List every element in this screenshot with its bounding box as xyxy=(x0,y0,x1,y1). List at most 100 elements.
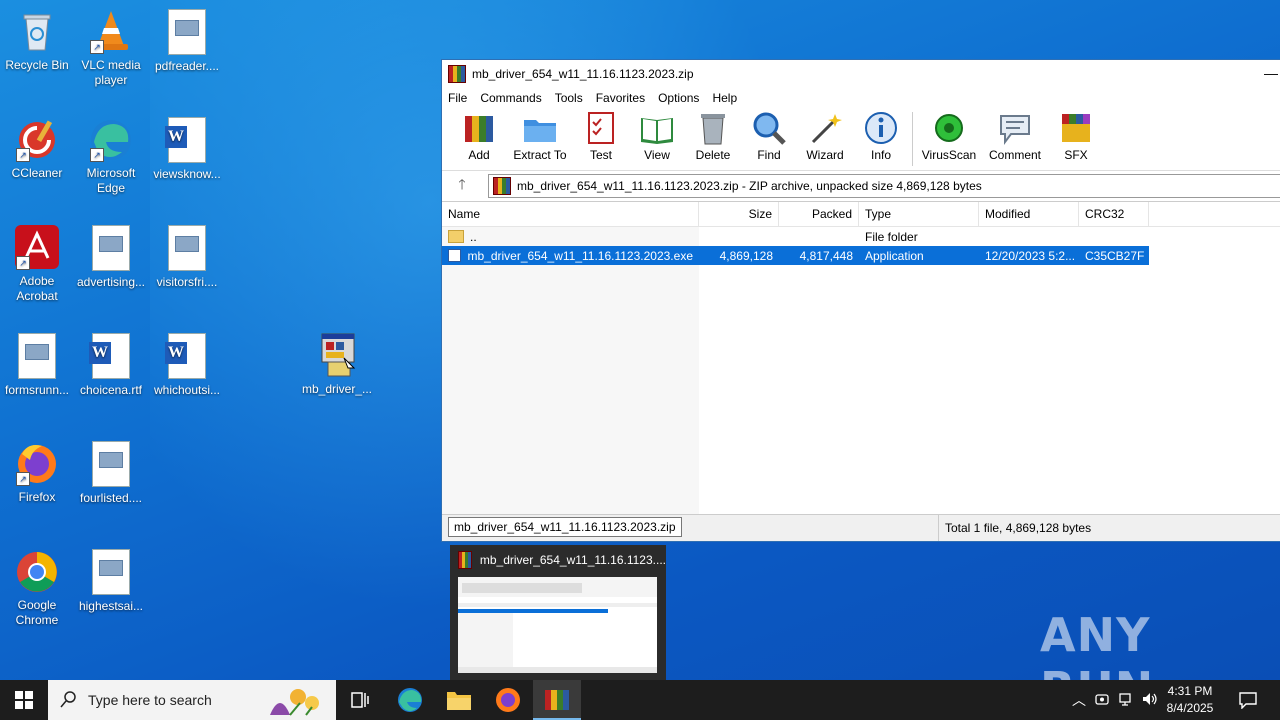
fourlisted-icon[interactable]: fourlisted.... xyxy=(74,440,148,506)
add-archive-icon xyxy=(461,110,497,146)
document-icon xyxy=(168,225,206,271)
chrome-icon-image xyxy=(14,548,60,594)
winrar-window[interactable]: mb_driver_654_w11_11.16.1123.2023.zip — … xyxy=(441,59,1280,542)
column-crc32[interactable]: CRC32 xyxy=(1079,202,1149,226)
shortcut-arrow-icon: ↗ xyxy=(16,256,30,270)
comment-button[interactable]: Comment xyxy=(983,108,1047,162)
virusscan-button[interactable]: VirusScan xyxy=(917,108,981,162)
winrar-icon xyxy=(458,551,472,569)
meet-now-icon[interactable] xyxy=(1090,692,1114,709)
exe-file-icon xyxy=(448,249,462,262)
taskbar-firefox[interactable] xyxy=(484,680,532,720)
menu-help[interactable]: Help xyxy=(712,91,737,105)
start-button[interactable] xyxy=(0,680,48,720)
taskbar-edge[interactable] xyxy=(386,680,434,720)
view-label: View xyxy=(644,148,670,162)
notification-center-button[interactable] xyxy=(1224,680,1272,720)
column-name[interactable]: Name xyxy=(442,202,699,226)
row-name: .. xyxy=(470,229,477,244)
desktop-icon-label: highestsai... xyxy=(78,599,144,613)
menu-commands[interactable]: Commands xyxy=(480,91,541,105)
mb-driver-installer-icon[interactable]: mb_driver_... xyxy=(300,332,374,397)
wizard-button[interactable]: Wizard xyxy=(798,108,852,162)
clock-time: 4:31 PM xyxy=(1167,684,1213,698)
info-button[interactable]: Info xyxy=(854,108,908,162)
taskbar-search[interactable]: Type here to search xyxy=(48,680,336,720)
recycle-bin-icon[interactable]: Recycle Bin xyxy=(0,8,74,73)
network-icon[interactable] xyxy=(1114,692,1138,709)
column-size[interactable]: Size xyxy=(699,202,779,226)
table-row[interactable]: .. File folder xyxy=(442,227,1280,246)
clock-date: 8/4/2025 xyxy=(1166,701,1214,715)
add-button[interactable]: Add xyxy=(452,108,506,162)
highestsai-icon[interactable]: highestsai... xyxy=(74,548,148,614)
add-label: Add xyxy=(468,148,490,162)
minimize-button[interactable]: — xyxy=(1261,64,1280,84)
visitorsfri-icon[interactable]: visitorsfri.... xyxy=(150,224,224,290)
column-type[interactable]: Type xyxy=(859,202,979,226)
desktop-icon-label: whichoutsi... xyxy=(153,383,221,397)
pdfreader-icon[interactable]: pdfreader.... xyxy=(150,8,224,74)
row-crc: C35CB27F xyxy=(1085,248,1145,263)
desktop-icon-label: choicena.rtf xyxy=(79,383,143,397)
microsoft-edge-icon[interactable]: ↗ Microsoft Edge xyxy=(74,116,148,196)
extract-to-button[interactable]: Extract To xyxy=(508,108,572,162)
taskbar-file-explorer[interactable] xyxy=(435,680,483,720)
find-button[interactable]: Find xyxy=(742,108,796,162)
menu-options[interactable]: Options xyxy=(658,91,699,105)
ccleaner-icon[interactable]: ↗ CCleaner xyxy=(0,116,74,181)
desktop-icon-label: CCleaner xyxy=(11,166,63,180)
column-modified[interactable]: Modified xyxy=(979,202,1079,226)
test-button[interactable]: Test xyxy=(574,108,628,162)
edge-icon xyxy=(398,688,422,712)
menu-favorites[interactable]: Favorites xyxy=(596,91,645,105)
comment-label: Comment xyxy=(988,148,1041,162)
viewsknow-icon[interactable]: W viewsknow... xyxy=(150,116,224,182)
table-row-selected[interactable]: mb_driver_654_w11_11.16.1123.2023.exe 4,… xyxy=(442,246,1149,265)
sfx-label: SFX xyxy=(1064,148,1088,162)
edge-icon-image: ↗ xyxy=(88,116,134,162)
view-button[interactable]: View xyxy=(630,108,684,162)
address-field[interactable]: mb_driver_654_w11_11.16.1123.2023.zip - … xyxy=(488,174,1280,198)
winrar-icon xyxy=(448,65,466,83)
search-icon xyxy=(60,690,78,711)
vlc-media-player-icon[interactable]: ↗ VLC media player xyxy=(74,8,148,88)
taskbar-clock[interactable]: 4:31 PM 8/4/2025 xyxy=(1160,683,1220,717)
column-packed[interactable]: Packed xyxy=(779,202,859,226)
document-icon xyxy=(92,225,130,271)
adobe-acrobat-icon[interactable]: ↗ Adobe Acrobat xyxy=(0,224,74,304)
name-column-background xyxy=(442,226,699,514)
file-list[interactable]: Name Size Packed Type Modified CRC32 .. … xyxy=(442,202,1280,514)
sfx-button[interactable]: SFX xyxy=(1049,108,1103,162)
row-size: 4,869,128 xyxy=(719,248,773,263)
taskbar-thumbnail-preview[interactable]: mb_driver_654_w11_11.16.1123.... xyxy=(450,545,666,680)
firefox-icon[interactable]: ↗ Firefox xyxy=(0,440,74,505)
comment-bubble-icon xyxy=(997,110,1033,146)
desktop-icon-label: Recycle Bin xyxy=(5,58,69,72)
whichoutsi-icon[interactable]: W whichoutsi... xyxy=(150,332,224,398)
menu-tools[interactable]: Tools xyxy=(555,91,583,105)
sfx-archive-icon xyxy=(1058,110,1094,146)
folder-icon xyxy=(448,230,464,243)
formsrunn-icon[interactable]: formsrunn... xyxy=(0,332,74,398)
delete-button[interactable]: Delete xyxy=(686,108,740,162)
chevron-up-icon[interactable]: ︿ xyxy=(1068,690,1090,710)
list-header: Name Size Packed Type Modified CRC32 xyxy=(442,202,1280,227)
delete-label: Delete xyxy=(695,148,731,162)
toolbar: Add Extract To Test View Delete Find Wiz… xyxy=(442,108,1280,171)
row-type: File folder xyxy=(865,229,918,244)
task-view-button[interactable] xyxy=(336,680,384,720)
status-total: Total 1 file, 4,869,128 bytes xyxy=(938,515,1091,541)
choicena-icon[interactable]: W choicena.rtf xyxy=(74,332,148,398)
desktop-icon-label: VLC media player xyxy=(81,58,141,87)
window-titlebar[interactable]: mb_driver_654_w11_11.16.1123.2023.zip — xyxy=(442,60,1280,88)
shortcut-arrow-icon: ↗ xyxy=(16,472,30,486)
taskbar-winrar[interactable] xyxy=(533,680,581,720)
adobe-acrobat-icon-image: ↗ xyxy=(14,224,60,270)
volume-icon[interactable] xyxy=(1138,692,1162,709)
up-folder-icon[interactable]: 🡑 xyxy=(448,174,476,198)
document-icon xyxy=(92,441,130,487)
advertising-icon[interactable]: advertising... xyxy=(74,224,148,290)
menu-file[interactable]: File xyxy=(448,91,467,105)
google-chrome-icon[interactable]: Google Chrome xyxy=(0,548,74,628)
